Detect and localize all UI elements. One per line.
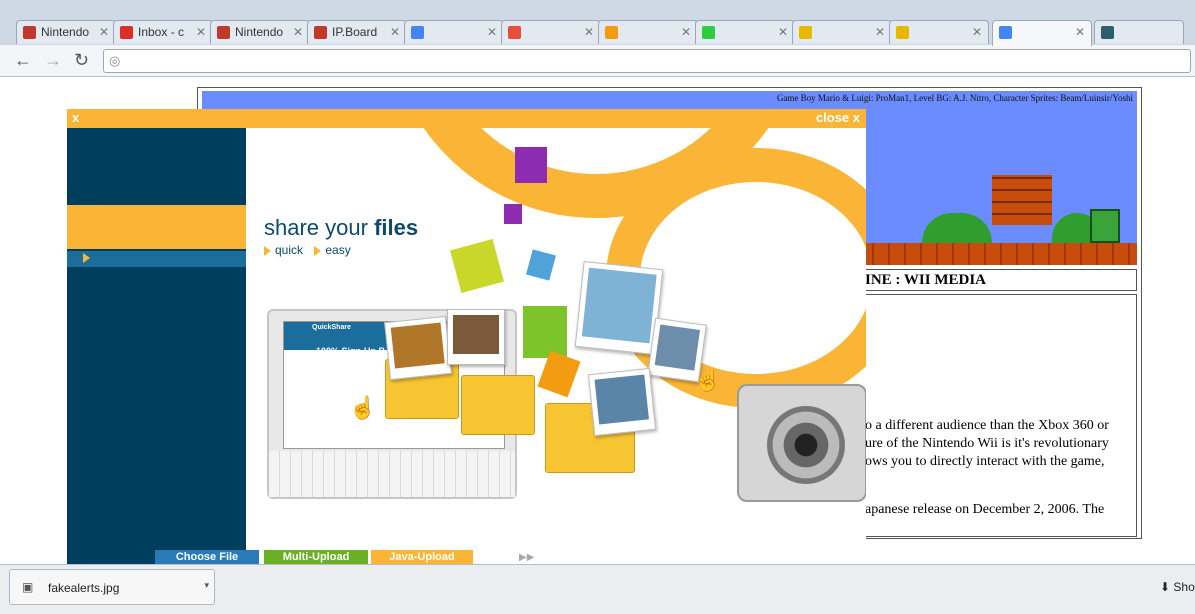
- multi-upload-button[interactable]: Multi-Upload: [264, 550, 368, 564]
- close-tab-icon[interactable]: ✕: [487, 25, 497, 39]
- play-arrow-icon: [83, 253, 90, 263]
- google-favicon-icon: [999, 26, 1012, 39]
- browser-toolbar: ← → ↻ ◎: [0, 45, 1195, 77]
- tab-google-1[interactable]: ✕: [404, 20, 504, 44]
- file-icon: [523, 306, 567, 358]
- file-icon: [515, 147, 547, 183]
- tab-title: Inbox - c: [138, 25, 185, 39]
- google-favicon-icon: [411, 26, 424, 39]
- tab-title: IP.Board: [332, 25, 378, 39]
- banner-credit: Game Boy Mario & Luigi: ProMan1, Level B…: [776, 93, 1133, 103]
- close-tab-icon[interactable]: ✕: [778, 25, 788, 39]
- section-title: INE : WII MEDIA: [865, 272, 986, 288]
- java-upload-button[interactable]: Java-Upload: [371, 550, 473, 564]
- ad-sidebar: [67, 128, 246, 564]
- tab-ipboard[interactable]: IP.Board ✕: [307, 20, 407, 44]
- camera-lens: [767, 406, 845, 484]
- tab-ne[interactable]: ✕: [501, 20, 601, 44]
- close-tab-icon[interactable]: ✕: [681, 25, 691, 39]
- tab-u-1[interactable]: ✕: [792, 20, 892, 44]
- tab-google-active[interactable]: ✕: [992, 20, 1092, 46]
- ad-sidebar-highlight: [67, 205, 246, 249]
- download-item[interactable]: ▣ fakealerts.jpg ▾: [9, 569, 215, 605]
- tab-nintendo-1[interactable]: Nintendo ✕: [16, 20, 116, 44]
- show-all-downloads-link[interactable]: ⬇ Sho: [1160, 580, 1195, 594]
- u-favicon-icon: [896, 26, 909, 39]
- article-line: apanese release on December 2, 2006. The: [865, 502, 1105, 517]
- next-arrows-icon[interactable]: ▶▶: [519, 552, 534, 563]
- close-tab-icon[interactable]: ✕: [972, 25, 982, 39]
- close-tab-icon[interactable]: ✕: [1075, 25, 1085, 39]
- close-tab-icon[interactable]: ✕: [584, 25, 594, 39]
- pointer-hand-icon: ☝: [349, 395, 377, 420]
- photo-thumbnail: [587, 367, 657, 437]
- downloads-bar: ▣ fakealerts.jpg ▾ ⬇ Sho: [0, 564, 1195, 614]
- checkmark-favicon-icon: [702, 26, 715, 39]
- close-tab-icon[interactable]: ✕: [99, 25, 109, 39]
- file-icon: [504, 204, 522, 224]
- tab-other[interactable]: [1094, 20, 1184, 44]
- nintendo-favicon-icon: [217, 26, 230, 39]
- popup-ad: x close x share your files quick easy Qu…: [67, 109, 866, 564]
- download-arrow-icon: ⬇: [1160, 580, 1171, 594]
- globe-icon: ◎: [109, 53, 121, 68]
- tab-strip: Nintendo ✕ Inbox - c ✕ Nintendo ✕ IP.Boa…: [0, 0, 1195, 46]
- site-favicon-icon: [1101, 26, 1114, 39]
- ne-favicon-icon: [508, 26, 521, 39]
- photo-thumbnail: [574, 261, 664, 355]
- tab-inbox[interactable]: Inbox - c ✕: [113, 20, 213, 44]
- photo-thumbnail: [384, 315, 452, 381]
- warp-pipe: [1090, 209, 1120, 243]
- laptop-keyboard: [269, 451, 515, 497]
- download-filename: fakealerts.jpg: [48, 581, 120, 595]
- ad-sidebar-item[interactable]: [67, 251, 246, 267]
- ad-headline: share your files: [264, 215, 418, 241]
- camera-illustration: [737, 384, 866, 502]
- arrow-bullet-icon: [264, 245, 271, 256]
- nbc-favicon-icon: [605, 26, 618, 39]
- article-line: o a different audience than the Xbox 360…: [865, 418, 1109, 433]
- u-favicon-icon: [799, 26, 812, 39]
- tab-u-2[interactable]: ✕: [889, 20, 989, 44]
- image-file-icon: ▣: [22, 580, 34, 594]
- show-all-label: Sho: [1173, 580, 1195, 594]
- address-bar[interactable]: ◎: [103, 49, 1191, 73]
- ad-close-button[interactable]: close x: [816, 110, 860, 125]
- close-tab-icon[interactable]: ✕: [390, 25, 400, 39]
- tab-title: Nintendo: [41, 25, 90, 39]
- folder-icon: [461, 375, 535, 435]
- brick-stairs: [992, 175, 1052, 225]
- hill: [922, 213, 992, 243]
- forward-arrow-icon[interactable]: →: [44, 51, 62, 69]
- ipboard-favicon-icon: [314, 26, 327, 39]
- gmail-favicon-icon: [120, 26, 133, 39]
- close-tab-icon[interactable]: ✕: [875, 25, 885, 39]
- headline-light: share your: [264, 215, 375, 240]
- choose-file-button[interactable]: Choose File: [155, 550, 259, 564]
- nintendo-favicon-icon: [23, 26, 36, 39]
- laptop-banner: 100% Sign-Up B: [316, 346, 386, 356]
- ad-x-button[interactable]: x: [72, 110, 79, 125]
- tab-nintendo-2[interactable]: Nintendo ✕: [210, 20, 310, 44]
- reload-icon[interactable]: ↻: [74, 51, 89, 69]
- close-tab-icon[interactable]: ✕: [196, 25, 206, 39]
- dropdown-arrow-icon[interactable]: ▾: [204, 580, 209, 591]
- back-arrow-icon[interactable]: ←: [14, 51, 32, 69]
- laptop-brand: QuickShare: [312, 324, 351, 331]
- headline-bold: files: [374, 215, 419, 240]
- tag-easy: easy: [325, 243, 351, 257]
- arrow-bullet-icon: [314, 245, 322, 256]
- article-line: ows you to directly interact with the ga…: [865, 454, 1105, 469]
- pointer-hand-icon: ☝: [694, 367, 722, 392]
- article-line: ure of the Nintendo Wii is it's revoluti…: [865, 436, 1109, 451]
- ad-taglines: quick easy: [264, 243, 351, 257]
- photo-thumbnail: [447, 309, 505, 365]
- tag-quick: quick: [275, 243, 304, 257]
- tab-title: Nintendo: [235, 25, 284, 39]
- tab-check[interactable]: ✕: [695, 20, 795, 44]
- close-tab-icon[interactable]: ✕: [293, 25, 303, 39]
- tab-nbc[interactable]: ✕: [598, 20, 698, 44]
